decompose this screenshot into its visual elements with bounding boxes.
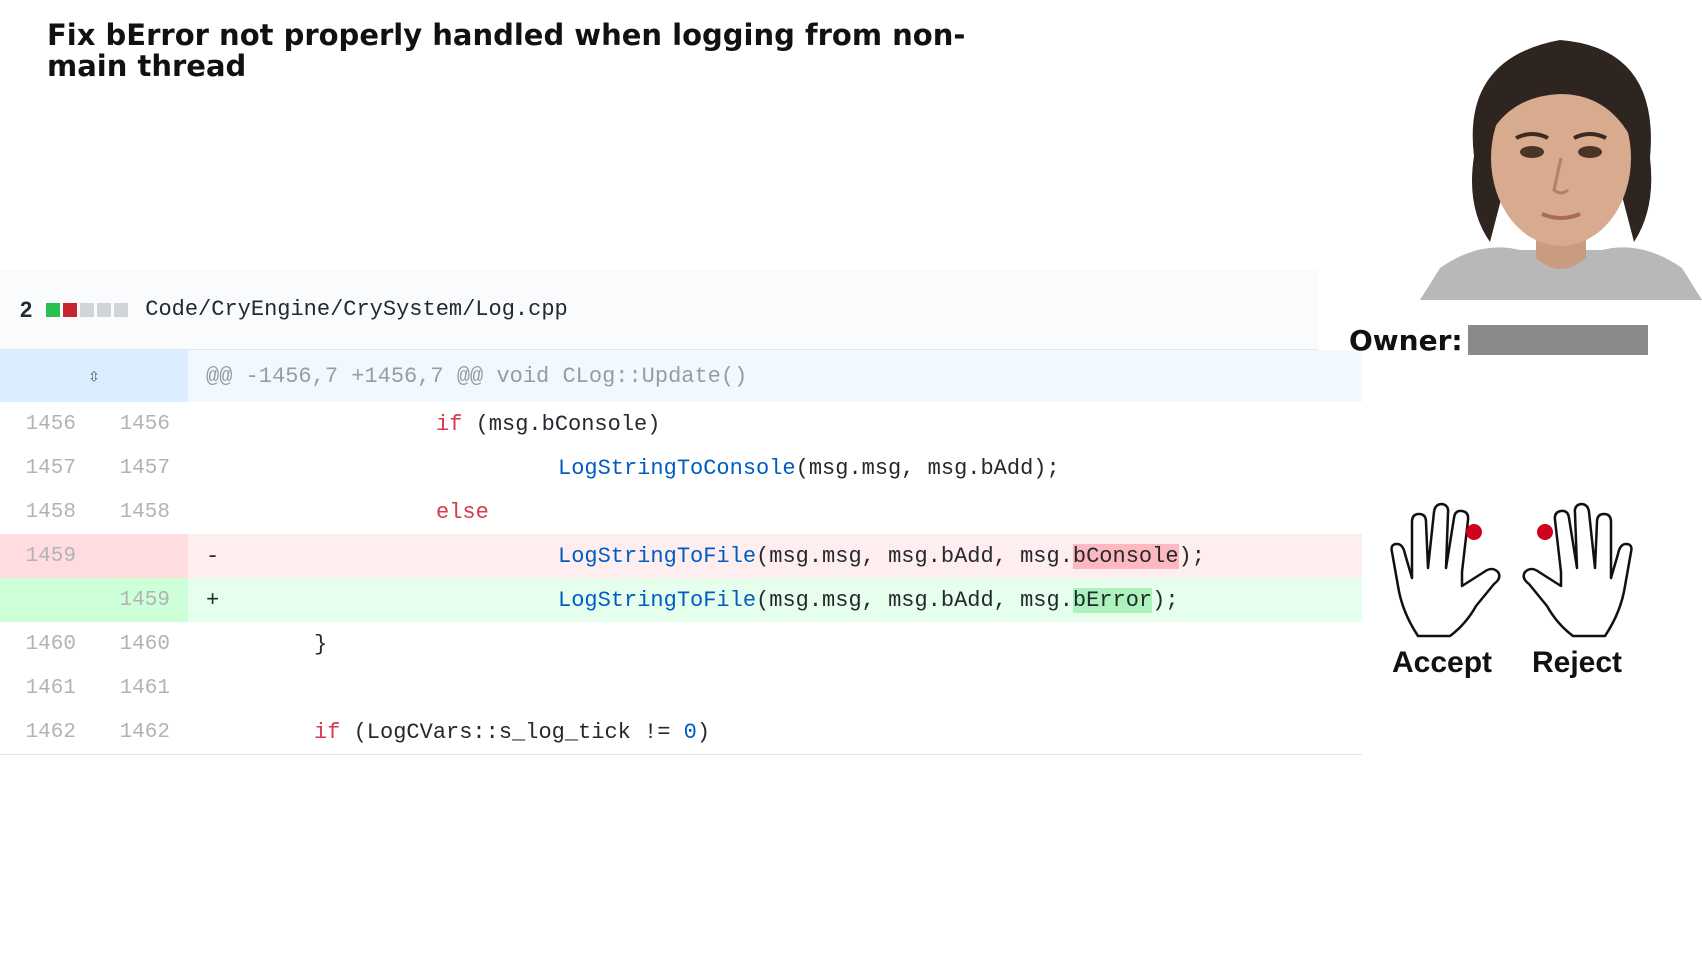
code-token: bConsole [1072,543,1179,569]
line-gutter: 1460 1460 [0,622,188,666]
code-token: ); [1178,543,1205,569]
code-token: LogStringToConsole [558,455,796,481]
old-line-number[interactable]: 1459 [0,545,76,568]
owner-label: Owner: [1349,324,1463,357]
code-line: else [188,490,1362,534]
diff-row: 1460 1460} [0,622,1362,666]
new-line-number[interactable]: 1460 [76,633,170,656]
code-token: (LogCVars::s_log_tick != [340,719,684,745]
old-line-number[interactable]: 1462 [0,721,76,744]
addition-marker: + [206,587,220,613]
new-line-number[interactable]: 1457 [76,457,170,480]
new-line-number[interactable]: 1458 [76,501,170,524]
code-token: bError [1072,587,1153,613]
diff-row: 1459 + LogStringToFile (msg.msg, msg.bAdd, … [0,578,1362,622]
code-token: ) [696,719,711,745]
line-gutter: 1461 1461 [0,666,188,710]
diff-row: 1458 1458 else [0,490,1362,534]
reject-label[interactable]: Reject [1532,646,1622,680]
diff-row: 1461 1461 [0,666,1362,710]
code-line: } [188,622,1362,666]
diff-row: 1462 1462 if (LogCVars::s_log_tick != 0) [0,710,1362,755]
line-gutter: 1459 [0,534,188,578]
old-line-number[interactable]: 1461 [0,677,76,700]
diff-lines: ⇳ @@ -1456,7 +1456,7 @@ void CLog::Updat… [0,350,1362,755]
diff-row: 1456 1456 if (msg.bConsole) [0,402,1362,446]
old-line-number[interactable]: 1460 [0,633,76,656]
accept-hand-icon[interactable] [1388,502,1508,638]
code-token: } [314,631,328,657]
new-line-number[interactable]: 1461 [76,677,170,700]
diffstat-square [80,302,95,317]
old-line-number[interactable]: 1457 [0,457,76,480]
file-path[interactable]: Code/CryEngine/CrySystem/Log.cpp [145,297,567,322]
old-line-number[interactable]: 1458 [0,501,76,524]
reject-hand-icon[interactable] [1515,502,1635,638]
diffstat-square [46,302,61,317]
code-token: (msg.msg, msg.bAdd, msg. [756,587,1073,613]
code-token: if [314,719,341,745]
diffstat-bar [46,302,131,317]
code-line: - LogStringToFile (msg.msg, msg.bAdd, msg.… [188,534,1362,578]
code-line: + LogStringToFile (msg.msg, msg.bAdd, msg.… [188,578,1362,622]
code-token: else [436,499,489,525]
page-title: Fix bError not properly handled when log… [47,18,966,83]
owner-name-redacted [1468,325,1648,355]
diffstat-square [97,302,112,317]
code-line: LogStringToConsole (msg.msg, msg.bAdd); [188,446,1362,490]
owner-photo [1420,18,1702,300]
unfold-icon[interactable]: ⇳ [0,363,188,389]
file-header: 2 Code/CryEngine/CrySystem/Log.cpp [0,270,1318,350]
code-token: LogStringToFile [558,587,757,613]
code-token: 0 [683,719,697,745]
new-line-number[interactable]: 1456 [76,413,170,436]
expand-gutter[interactable]: ⇳ [0,350,188,402]
hunk-header: @@ -1456,7 +1456,7 @@ void CLog::Update(… [206,363,748,389]
code-token: LogStringToFile [558,543,757,569]
line-gutter: 1458 1458 [0,490,188,534]
code-token: (msg.msg, msg.bAdd, msg. [756,543,1073,569]
deletion-marker: - [206,543,220,569]
diffstat-square [63,302,78,317]
code-line: if (LogCVars::s_log_tick != 0) [188,710,1362,754]
accept-label[interactable]: Accept [1392,646,1492,680]
code-line: if (msg.bConsole) [188,402,1362,446]
line-gutter: 1457 1457 [0,446,188,490]
code-token: (msg.msg, msg.bAdd); [795,455,1060,481]
change-count: 2 [20,296,33,322]
new-line-number[interactable]: 1462 [76,721,170,744]
diffstat-square [114,302,129,317]
code-token: ); [1152,587,1179,613]
diff-row: 1459 - LogStringToFile (msg.msg, msg.bAdd, … [0,534,1362,578]
code-token: (msg.bConsole) [462,411,661,437]
code-token: if [436,411,463,437]
hunk-header-row: ⇳ @@ -1456,7 +1456,7 @@ void CLog::Updat… [0,350,1362,402]
diff-panel: 2 Code/CryEngine/CrySystem/Log.cpp ⇳ @@ … [0,270,1362,755]
diff-row: 1457 1457 LogStringToConsole (msg.msg, msg.… [0,446,1362,490]
old-line-number[interactable]: 1456 [0,413,76,436]
line-gutter: 1462 1462 [0,710,188,754]
line-gutter: 1456 1456 [0,402,188,446]
new-line-number[interactable]: 1459 [76,589,170,612]
line-gutter: 1459 [0,578,188,622]
